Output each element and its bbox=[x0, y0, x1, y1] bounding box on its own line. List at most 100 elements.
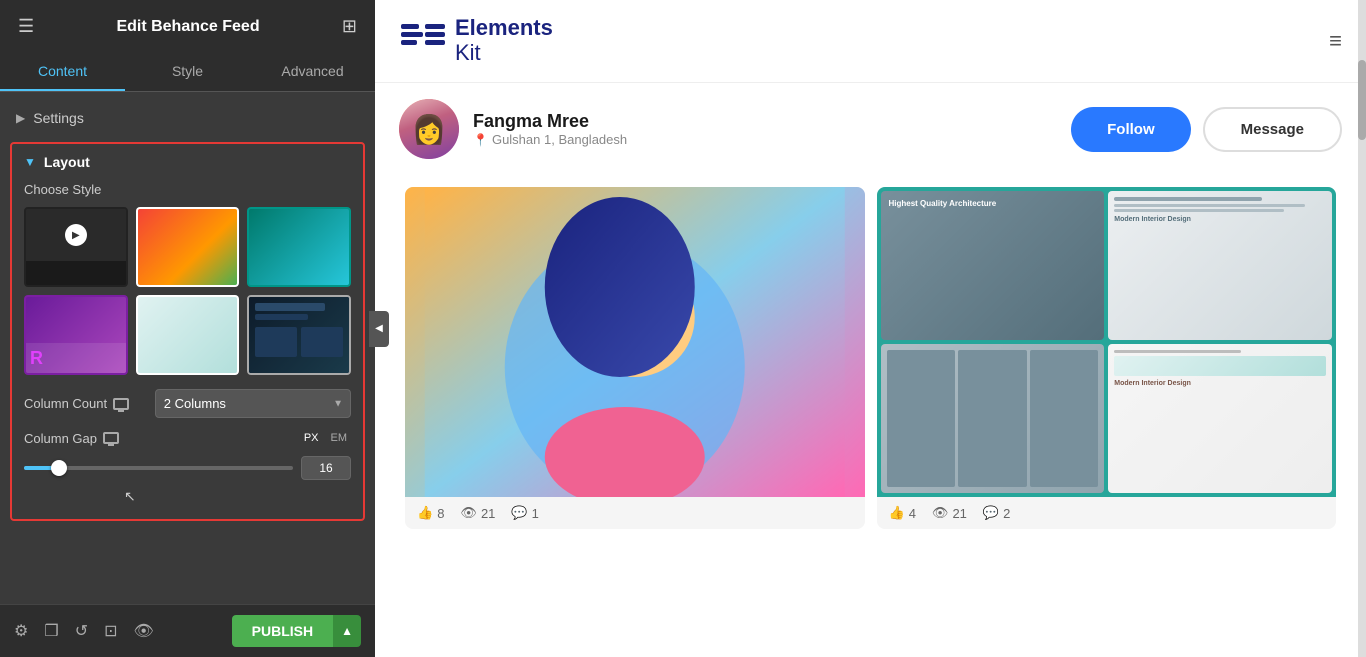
collapse-panel-button[interactable]: ◀ bbox=[369, 311, 389, 347]
column-gap-row: Column Gap PX EM bbox=[24, 430, 351, 446]
views-stat-1: 👁 21 bbox=[460, 505, 495, 521]
feed-sub-4: Modern Interior Design bbox=[1108, 344, 1332, 493]
comments-stat-1: 💬 1 bbox=[511, 505, 538, 521]
feed-image-2: Highest Quality Architecture Modern Inte… bbox=[877, 187, 1337, 497]
profile-location: 📍 Gulshan 1, Bangladesh bbox=[473, 132, 627, 147]
message-button[interactable]: Message bbox=[1203, 107, 1342, 152]
profile-actions: Follow Message bbox=[1071, 107, 1342, 152]
bottom-toolbar: ⚙ ❒ ↺ ⊡ 👁 PUBLISH ▲ bbox=[0, 604, 375, 657]
comments-count-1: 1 bbox=[532, 506, 539, 521]
panel-body: ▶ Settings ▼ Layout Choose Style ▶ bbox=[0, 92, 375, 604]
panel-header: ☰ Edit Behance Feed ⊞ bbox=[0, 0, 375, 53]
profile-info: Fangma Mree 📍 Gulshan 1, Bangladesh bbox=[473, 111, 627, 147]
profile-area: 👩 Fangma Mree 📍 Gulshan 1, Bangladesh Fo… bbox=[375, 83, 1366, 169]
logo-line2: Kit bbox=[455, 40, 553, 66]
likes-count-1: 8 bbox=[437, 506, 444, 521]
feed-stats-1: 👍 8 👁 21 💬 1 bbox=[405, 497, 865, 529]
tab-style[interactable]: Style bbox=[125, 53, 250, 91]
section-header: ▼ Layout bbox=[24, 154, 351, 170]
unit-group: PX EM bbox=[300, 430, 351, 446]
feed-item-1[interactable]: 👍 8 👁 21 💬 1 bbox=[405, 187, 865, 529]
hamburger-icon[interactable]: ☰ bbox=[18, 16, 34, 37]
logo-icon bbox=[399, 20, 449, 62]
publish-arrow-button[interactable]: ▲ bbox=[333, 615, 361, 647]
layout-section: ▼ Layout Choose Style ▶ bbox=[10, 142, 365, 521]
slider-thumb[interactable] bbox=[51, 460, 67, 476]
like-icon-1: 👍 bbox=[417, 505, 433, 521]
eye-icon-1: 👁 bbox=[460, 505, 477, 521]
feed-sub-3 bbox=[881, 344, 1105, 493]
tab-content[interactable]: Content bbox=[0, 53, 125, 91]
style-thumb-2[interactable] bbox=[136, 207, 240, 287]
bottom-icons: ⚙ ❒ ↺ ⊡ 👁 bbox=[14, 621, 154, 641]
column-gap-label: Column Gap bbox=[24, 431, 300, 446]
eye-icon-2: 👁 bbox=[932, 505, 949, 521]
views-stat-2: 👁 21 bbox=[932, 505, 967, 521]
illustration-svg bbox=[405, 187, 865, 497]
style-thumb-4[interactable]: R bbox=[24, 295, 128, 375]
layout-arrow-icon: ▼ bbox=[24, 155, 36, 169]
feed-sub-2: Modern Interior Design bbox=[1108, 191, 1332, 340]
style-thumb-3[interactable] bbox=[247, 207, 351, 287]
profile-name: Fangma Mree bbox=[473, 111, 627, 132]
grid-icon[interactable]: ⊞ bbox=[342, 16, 357, 37]
comment-icon-1: 💬 bbox=[511, 505, 527, 521]
publish-group: PUBLISH ▲ bbox=[232, 615, 361, 647]
choose-style-label: Choose Style bbox=[24, 182, 351, 197]
settings-gear-icon[interactable]: ⚙ bbox=[14, 621, 28, 641]
cursor-indicator: ↖ bbox=[124, 488, 351, 505]
location-pin-icon: 📍 bbox=[473, 133, 488, 147]
follow-button[interactable]: Follow bbox=[1071, 107, 1191, 152]
scrollbar[interactable] bbox=[1358, 0, 1366, 657]
views-count-1: 21 bbox=[481, 506, 495, 521]
feed-item-2[interactable]: Highest Quality Architecture Modern Inte… bbox=[877, 187, 1337, 529]
logo-line1: Elements bbox=[455, 16, 553, 40]
right-panel: Elements Kit ≡ 👩 Fangma Mree 📍 Gulshan 1… bbox=[375, 0, 1366, 657]
column-count-row: Column Count 1 Column 2 Columns 3 Column… bbox=[24, 389, 351, 418]
comment-icon-2: 💬 bbox=[983, 505, 999, 521]
unit-px-button[interactable]: PX bbox=[300, 430, 323, 446]
responsive-icon[interactable]: ⊡ bbox=[104, 621, 117, 641]
slider-value[interactable]: 16 bbox=[301, 456, 351, 480]
panel-title: Edit Behance Feed bbox=[116, 18, 259, 36]
publish-button[interactable]: PUBLISH bbox=[232, 615, 333, 647]
style-thumb-1[interactable]: ▶ bbox=[24, 207, 128, 287]
column-count-label: Column Count bbox=[24, 396, 155, 411]
feed-grid: 👍 8 👁 21 💬 1 Highest Quality Architectur… bbox=[375, 169, 1366, 547]
likes-count-2: 4 bbox=[909, 506, 916, 521]
comments-count-2: 2 bbox=[1003, 506, 1010, 521]
feed-stats-2: 👍 4 👁 21 💬 2 bbox=[877, 497, 1337, 529]
logo-area: Elements Kit bbox=[399, 16, 553, 66]
tab-advanced[interactable]: Advanced bbox=[250, 53, 375, 91]
feed-image-1 bbox=[405, 187, 865, 497]
left-panel: ☰ Edit Behance Feed ⊞ Content Style Adva… bbox=[0, 0, 375, 657]
settings-arrow-icon: ▶ bbox=[16, 111, 25, 125]
avatar-emoji: 👩 bbox=[412, 113, 447, 146]
profile-left: 👩 Fangma Mree 📍 Gulshan 1, Bangladesh bbox=[399, 99, 627, 159]
avatar: 👩 bbox=[399, 99, 459, 159]
gap-monitor-icon bbox=[103, 432, 119, 444]
logo-text-group: Elements Kit bbox=[455, 16, 553, 66]
likes-stat-1: 👍 8 bbox=[417, 505, 444, 521]
style-thumb-5[interactable] bbox=[136, 295, 240, 375]
column-count-select-wrapper: 1 Column 2 Columns 3 Columns 4 Columns ▼ bbox=[155, 389, 351, 418]
history-icon[interactable]: ↺ bbox=[75, 621, 88, 641]
unit-em-button[interactable]: EM bbox=[327, 430, 352, 446]
column-count-select[interactable]: 1 Column 2 Columns 3 Columns 4 Columns bbox=[155, 389, 351, 418]
views-count-2: 21 bbox=[952, 506, 966, 521]
preview-nav: Elements Kit ≡ bbox=[375, 0, 1366, 83]
settings-label: Settings bbox=[33, 110, 84, 126]
scrollbar-thumb[interactable] bbox=[1358, 60, 1366, 140]
feed-sub-1: Highest Quality Architecture bbox=[881, 191, 1105, 340]
comments-stat-2: 💬 2 bbox=[983, 505, 1010, 521]
nav-hamburger-icon[interactable]: ≡ bbox=[1329, 28, 1342, 54]
like-icon-2: 👍 bbox=[889, 505, 905, 521]
style-grid: ▶ R bbox=[24, 207, 351, 375]
eye-icon[interactable]: 👁 bbox=[134, 621, 154, 641]
slider-track[interactable] bbox=[24, 466, 293, 470]
slider-row: 16 bbox=[24, 456, 351, 480]
likes-stat-2: 👍 4 bbox=[889, 505, 916, 521]
layers-icon[interactable]: ❒ bbox=[44, 621, 58, 641]
settings-row[interactable]: ▶ Settings bbox=[0, 102, 375, 134]
style-thumb-6[interactable] bbox=[247, 295, 351, 375]
